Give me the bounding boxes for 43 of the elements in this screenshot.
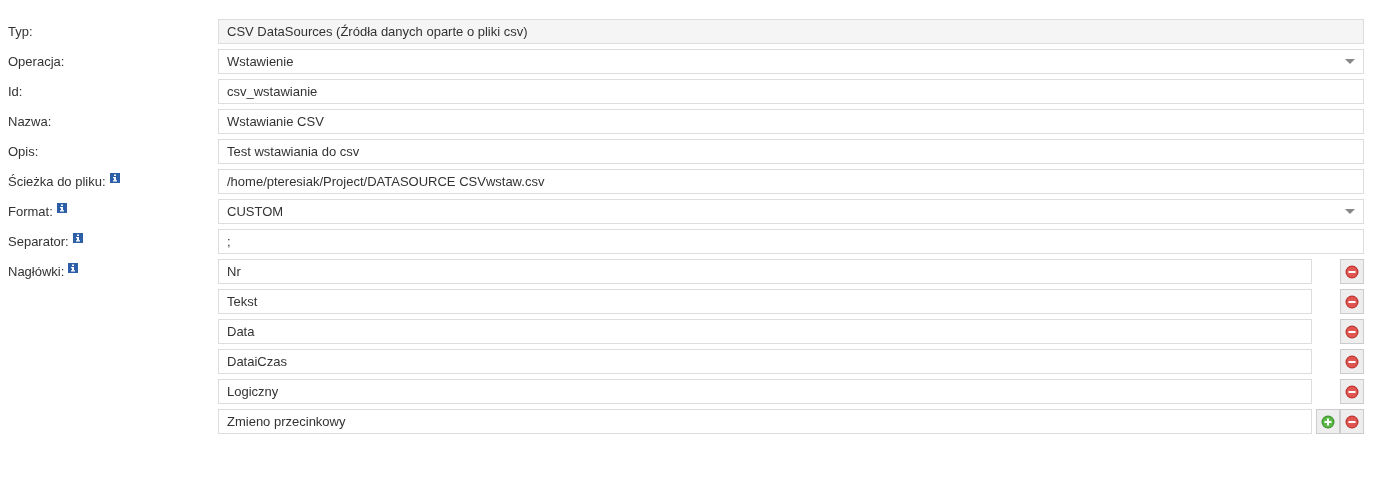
- remove-button[interactable]: [1340, 409, 1364, 434]
- field-label: Ścieżka do pliku:: [8, 175, 106, 189]
- field-label: Id:: [8, 85, 23, 99]
- field-label: Opis:: [8, 145, 39, 159]
- info-icon[interactable]: [68, 263, 79, 273]
- input-field[interactable]: Tekst: [218, 289, 1312, 314]
- minus-icon: [1345, 384, 1359, 399]
- input-field[interactable]: Test wstawiania do csv: [218, 139, 1364, 164]
- remove-button[interactable]: [1340, 379, 1364, 404]
- plus-icon: [1321, 414, 1335, 429]
- input-field[interactable]: Wstawianie CSV: [218, 109, 1364, 134]
- caret-icon: [1345, 209, 1355, 214]
- field-label: Format:: [8, 205, 53, 219]
- field-label: Separator:: [8, 235, 69, 249]
- select-field[interactable]: Wstawienie: [218, 49, 1364, 74]
- minus-icon: [1345, 354, 1359, 369]
- input-field[interactable]: csv_wstawianie: [218, 79, 1364, 104]
- field-label: Operacja:: [8, 55, 65, 69]
- info-icon[interactable]: [72, 233, 83, 243]
- add-button[interactable]: [1316, 409, 1340, 434]
- field-label: Typ:: [8, 25, 33, 39]
- remove-button[interactable]: [1340, 349, 1364, 374]
- info-icon[interactable]: [109, 173, 120, 183]
- remove-button[interactable]: [1340, 289, 1364, 314]
- input-field[interactable]: Nr: [218, 259, 1312, 284]
- input-field[interactable]: Data: [218, 319, 1312, 344]
- input-field[interactable]: DataiCzas: [218, 349, 1312, 374]
- caret-icon: [1345, 59, 1355, 64]
- input-field[interactable]: /home/pteresiak/Project/DATASOURCE CSVwstaw.csv: [218, 169, 1364, 194]
- input-field[interactable]: Zmieno przecinkowy: [218, 409, 1312, 434]
- remove-button[interactable]: [1340, 319, 1364, 344]
- minus-icon: [1345, 324, 1359, 339]
- minus-icon: [1345, 414, 1359, 429]
- minus-icon: [1345, 264, 1359, 279]
- select-field[interactable]: CUSTOM: [218, 199, 1364, 224]
- field-label: Nagłówki:: [8, 265, 65, 279]
- input-field[interactable]: ;: [218, 229, 1364, 254]
- field-label: Nazwa:: [8, 115, 52, 129]
- info-icon[interactable]: [56, 203, 67, 213]
- input-field[interactable]: CSV DataSources (Źródła danych oparte o pliki csv): [218, 19, 1364, 44]
- input-field[interactable]: Logiczny: [218, 379, 1312, 404]
- remove-button[interactable]: [1340, 259, 1364, 284]
- minus-icon: [1345, 294, 1359, 309]
